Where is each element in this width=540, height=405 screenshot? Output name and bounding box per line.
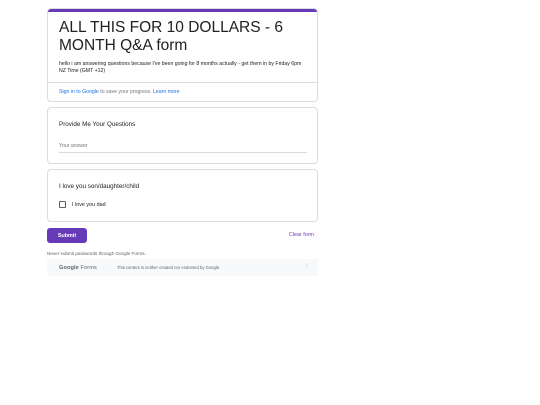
form-header-card: ALL THIS FOR 10 DOLLARS - 6 MONTH Q&A fo… <box>47 8 318 102</box>
signin-link[interactable]: Sign in to Google <box>59 89 99 95</box>
google-forms-logo[interactable]: Google Forms <box>59 265 97 271</box>
signin-text: to save your progress. <box>98 89 154 95</box>
logo-forms: Forms <box>78 264 97 271</box>
question-card-1: Provide Me Your Questions Your answer <box>47 107 318 164</box>
learn-more-link[interactable]: Learn more <box>153 89 180 95</box>
answer-input[interactable]: Your answer <box>59 142 307 153</box>
form-description: hello i am answering questions because I… <box>59 61 302 74</box>
question-title: I love you son/daughter/child <box>59 183 140 190</box>
question-card-2: I love you son/daughter/child I love you… <box>47 169 318 222</box>
header-divider <box>48 82 317 83</box>
form-title: ALL THIS FOR 10 DOLLARS - 6 MONTH Q&A fo… <box>59 19 283 54</box>
logo-google: Google <box>59 264 79 271</box>
clear-form-button[interactable]: Clear form <box>289 232 314 238</box>
accent-band <box>48 9 317 12</box>
checkbox[interactable] <box>59 201 66 208</box>
form-actions: Submit Clear form <box>47 228 318 244</box>
password-warning: Never submit passwords through Google Fo… <box>47 251 146 256</box>
checkbox-option[interactable]: I love you dad <box>59 201 106 208</box>
footer-disclaimer: This content is neither created nor endo… <box>116 265 221 270</box>
footer-bar: Google Forms This content is neither cre… <box>47 259 318 276</box>
question-title: Provide Me Your Questions <box>59 121 136 128</box>
signin-notice: Sign in to Google to save your progress.… <box>59 89 306 95</box>
submit-button[interactable]: Submit <box>47 228 87 243</box>
checkbox-label: I love you dad <box>72 201 106 208</box>
more-vert-icon[interactable]: ⋮ <box>304 263 310 271</box>
